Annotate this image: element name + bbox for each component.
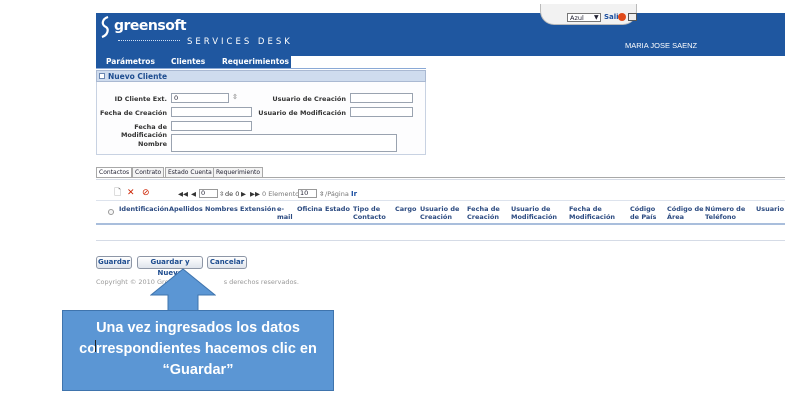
id-cliente-label: ID Cliente Ext. (114, 95, 167, 103)
column-header[interactable]: Oficina (297, 205, 322, 213)
column-header[interactable]: Número de Teléfono (705, 205, 745, 221)
column-header[interactable]: Código de País (630, 205, 656, 221)
nombre-label: Nombre (138, 140, 167, 148)
usuario-creacion-label: Usuario de Creación (272, 95, 346, 103)
panel-title: Nuevo Cliente (108, 72, 168, 81)
page-input[interactable]: 0 (199, 189, 218, 198)
callout-text: Una vez ingresados los datos correspondi… (79, 320, 317, 378)
column-header[interactable]: e-mail (277, 205, 293, 221)
page-spinner-icon[interactable]: ⇳ (219, 190, 224, 198)
print-icon[interactable] (628, 13, 637, 21)
logout-icon[interactable] (618, 13, 626, 21)
fecha-creacion-input[interactable] (171, 107, 252, 117)
column-header[interactable]: Código de Área (667, 205, 704, 221)
logo-tagline (118, 40, 180, 44)
elements-count: 0 Elementos (262, 190, 303, 198)
save-button[interactable]: Guardar (96, 256, 132, 269)
column-header[interactable]: Nombres (205, 205, 238, 213)
column-header[interactable]: Usuario de Creación (420, 205, 459, 221)
column-header[interactable]: Usuario de Modificación (511, 205, 557, 221)
collapse-icon[interactable] (99, 73, 105, 79)
menu-item-clientes[interactable]: Clientes (171, 57, 205, 66)
new-icon[interactable]: 🗋 (114, 189, 121, 198)
menu-divider (96, 68, 426, 69)
column-header[interactable]: Extensión (240, 205, 276, 213)
grid-toolbar-divider (96, 200, 785, 201)
usuario-modificacion-label: Usuario de Modificación (258, 109, 346, 117)
menu-item-requerimientos[interactable]: Requerimientos (222, 57, 289, 66)
last-page-icon[interactable]: ▶▶ (250, 190, 260, 198)
tab-requerimiento[interactable]: Requerimiento (213, 167, 264, 177)
prev-page-icon[interactable]: ◀ (191, 190, 196, 198)
select-all-checkbox[interactable] (108, 209, 114, 215)
column-header[interactable]: Tipo de Contacto (353, 205, 386, 221)
chevron-down-icon[interactable]: ▼ (594, 13, 599, 22)
go-link[interactable]: Ir (351, 190, 357, 198)
spinner-icon[interactable]: ⇳ (232, 93, 238, 101)
user-name: MARIA JOSE SAENZ (625, 41, 698, 50)
rows-per-page-input[interactable]: 10 (298, 189, 317, 198)
column-header[interactable]: Apellidos (169, 205, 203, 213)
menu-item-parametros[interactable]: Parámetros (106, 57, 155, 66)
logo-mark-icon (101, 16, 109, 38)
next-page-icon[interactable]: ▶ (241, 190, 246, 198)
per-page-label: /Página (325, 190, 349, 198)
text-cursor (95, 340, 96, 352)
column-header[interactable]: Estado (325, 205, 350, 213)
logo: greensoft (114, 18, 187, 34)
tab-contactos[interactable]: Contactos (96, 167, 133, 177)
product-name: SERVICES DESK (187, 37, 293, 47)
first-page-icon[interactable]: ◀◀ (178, 190, 188, 198)
column-header[interactable]: Usuario (756, 205, 784, 213)
tabs-divider (96, 177, 785, 178)
nombre-textarea[interactable] (171, 134, 397, 152)
page-of-label: de 0 (225, 190, 240, 198)
fecha-creacion-label: Fecha de Creación (100, 109, 167, 117)
copyright-end: s derechos reservados. (223, 278, 299, 286)
usuario-modificacion-input[interactable] (350, 107, 413, 117)
id-cliente-input[interactable]: 0 (171, 93, 229, 103)
column-header[interactable]: Identificación (119, 205, 169, 213)
column-header[interactable]: Fecha de Creación (467, 205, 500, 221)
grid-header-line (96, 223, 785, 225)
usuario-creacion-input[interactable] (350, 93, 413, 103)
column-header[interactable]: Cargo (395, 205, 416, 213)
tab-estado-cuenta[interactable]: Estado Cuenta (165, 167, 215, 177)
fecha-modificacion-input[interactable] (171, 121, 252, 131)
rows-spinner-icon[interactable]: ⇳ (319, 190, 324, 198)
filter-icon[interactable]: ⊘ (142, 189, 150, 198)
delete-icon[interactable]: ✕ (127, 189, 135, 198)
tab-contrato[interactable]: Contrato (132, 167, 165, 177)
fecha-modificacion-label: Fecha de Modificación (120, 123, 167, 139)
column-header[interactable]: Fecha de Modificación (569, 205, 615, 221)
